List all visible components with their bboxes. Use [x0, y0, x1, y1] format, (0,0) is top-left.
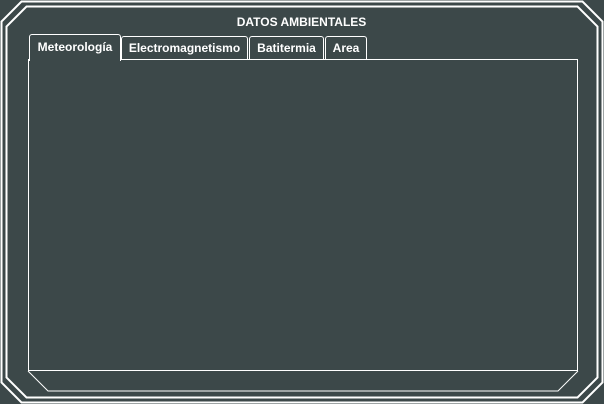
tab-electromagnetismo[interactable]: Electromagnetismo [121, 36, 248, 60]
datos-ambientales-panel: DATOS AMBIENTALES Meteorología Electroma… [0, 0, 604, 404]
tab-meteorologia[interactable]: Meteorología [29, 34, 121, 61]
tab-batitermia[interactable]: Batitermia [249, 36, 324, 60]
tab-area[interactable]: Area [325, 36, 367, 60]
panel-title: DATOS AMBIENTALES [232, 14, 371, 30]
tab-content-area [28, 59, 578, 371]
